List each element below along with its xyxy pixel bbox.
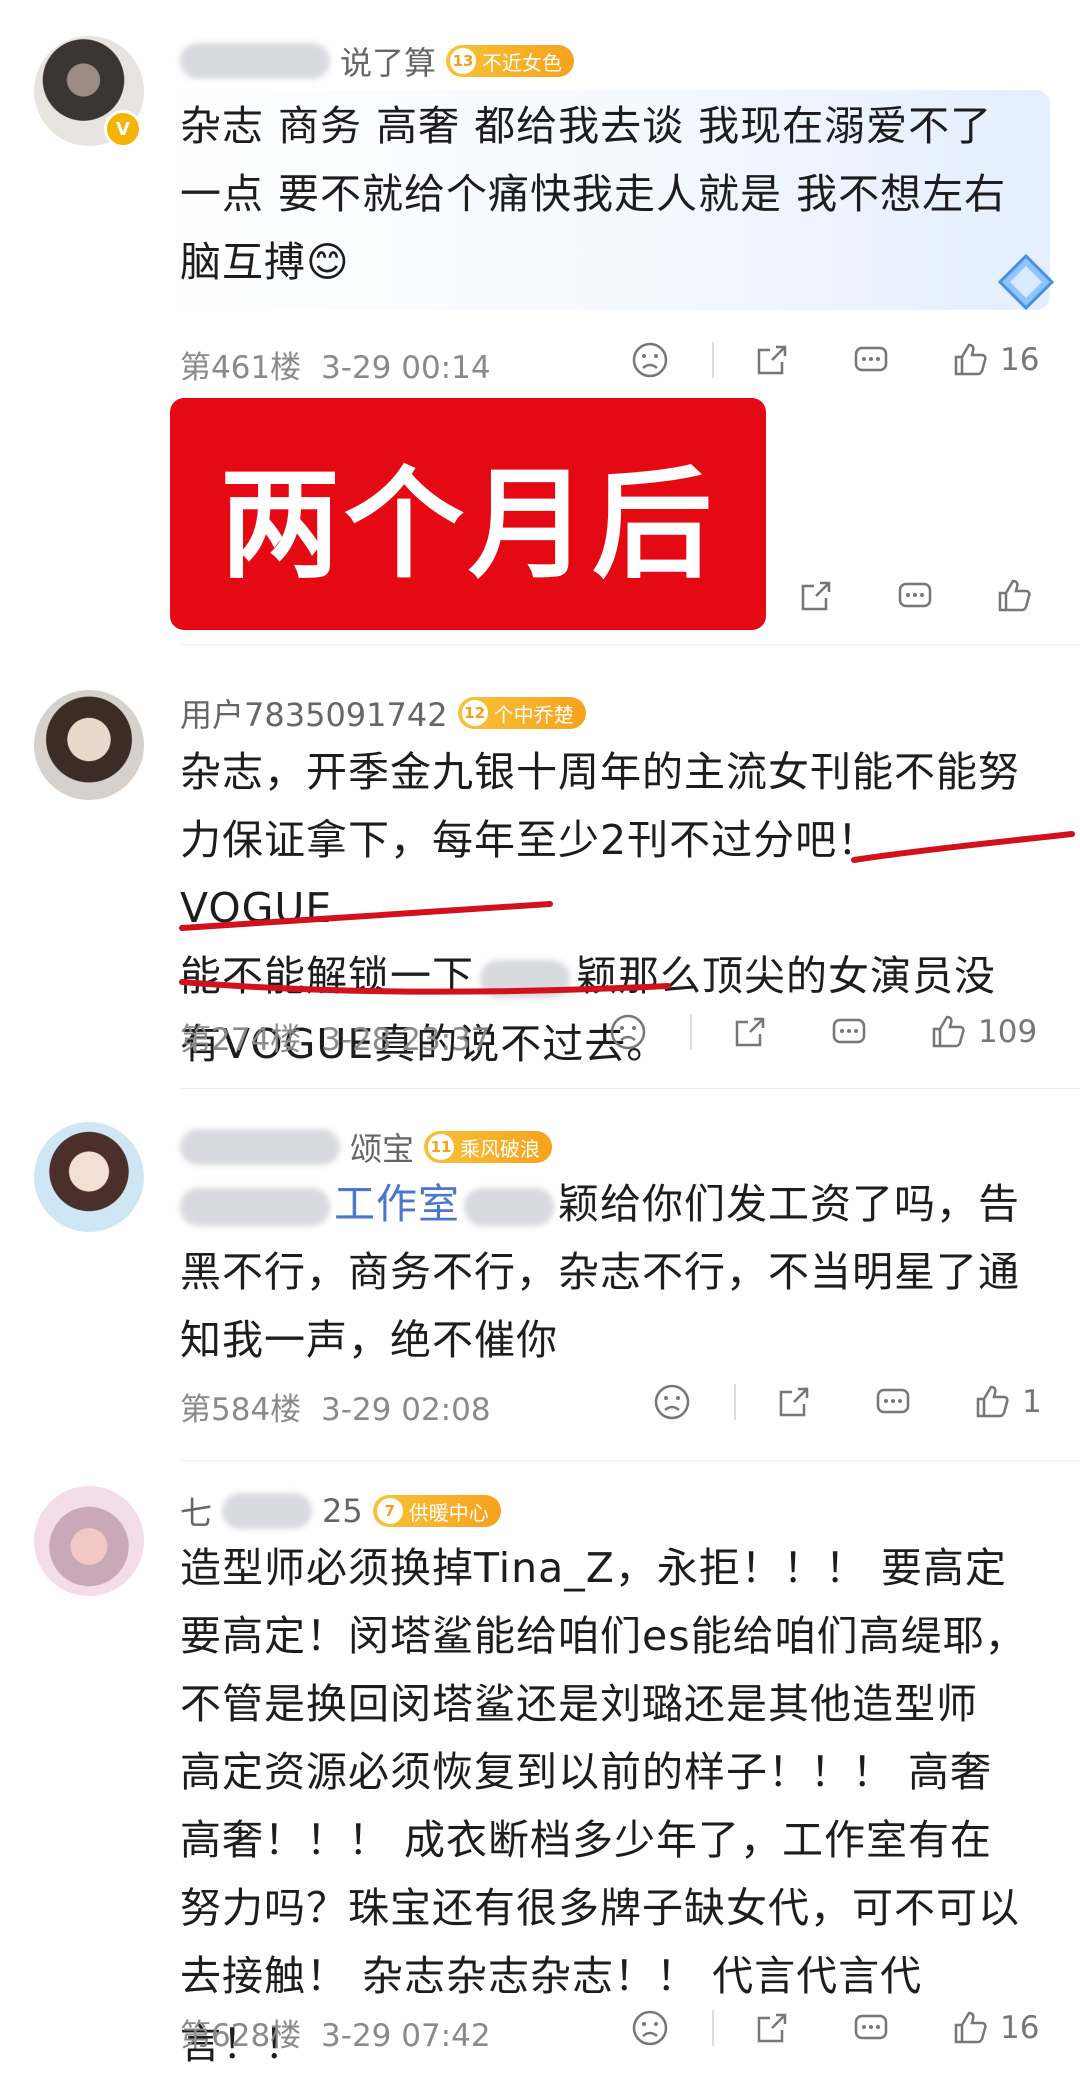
like-button[interactable] [994, 576, 1034, 616]
comment-time: 3-29 00:14 [321, 350, 491, 386]
comment-icon [876, 1388, 910, 1414]
time-skip-banner: 两个月后 [170, 398, 766, 630]
sad-face-icon [610, 1014, 646, 1050]
comment-header: 颂宝 11 乘风破浪 [180, 1124, 553, 1170]
diamond-icon [997, 253, 1055, 311]
avatar[interactable] [34, 1122, 144, 1232]
fan-badge: 7 供暖中心 [372, 1495, 501, 1527]
reply-button[interactable] [895, 576, 935, 616]
username[interactable]: 颂宝 [350, 1124, 414, 1170]
dislike-button[interactable] [652, 1382, 692, 1422]
share-icon [779, 1387, 809, 1417]
comment-time: 3-29 02:08 [321, 1392, 491, 1428]
like-button[interactable]: 109 [928, 1012, 1037, 1052]
thumbs-up-icon [954, 2011, 987, 2044]
thumbs-up-icon [998, 579, 1031, 612]
username-start[interactable]: 七 [180, 1488, 212, 1534]
divider [734, 1384, 736, 1420]
fan-badge: 11 乘风破浪 [424, 1131, 553, 1163]
divider [180, 1460, 1080, 1461]
floor-number: 第628楼 [180, 2018, 302, 2054]
blurred-name [464, 1188, 554, 1226]
divider [180, 644, 1080, 645]
like-button[interactable]: 16 [950, 340, 1039, 380]
verified-icon: V [104, 110, 142, 148]
like-button[interactable]: 16 [950, 2008, 1039, 2048]
comment-icon [854, 346, 888, 372]
thumbs-up-icon [932, 1015, 965, 1048]
reply-button[interactable] [873, 1382, 913, 1422]
reply-button[interactable] [851, 340, 891, 380]
comment-item: 七 25 7 供暖中心 造型师必须换掉Tina_Z，永拒！！！ 要高定要高定！闵… [0, 1470, 1080, 2076]
blurred-name [222, 1493, 313, 1529]
red-underline-annotation [851, 831, 1075, 863]
divider [180, 1088, 1080, 1089]
comment-text: 杂志 商务 高奢 都给我去谈 我现在溺爱不了一点 要不就给个痛快我走人就是 我不… [180, 102, 1007, 286]
like-count: 109 [978, 1014, 1038, 1050]
comment-text: 造型师必须换掉Tina_Z，永拒！！！ 要高定要高定！闵塔鲨能给咱们es能给咱们… [180, 1544, 1027, 2068]
blurred-name [180, 1129, 340, 1165]
dislike-button[interactable] [630, 340, 670, 380]
comment-text: 工作室 颖给你们发工资了吗，告 黑不行，商务不行，杂志不行，不当明星了通 知我一声… [180, 1180, 1020, 1364]
comment-time: 3-29 07:42 [321, 2018, 491, 2054]
dislike-button[interactable] [630, 2008, 670, 2048]
thumbs-up-icon [976, 1385, 1009, 1418]
fan-badge: 12 个中乔楚 [457, 697, 586, 729]
red-underline-annotation [179, 901, 553, 931]
like-count: 16 [1000, 2010, 1040, 2046]
comment-header: 用户7835091742 12 个中乔楚 [180, 690, 586, 736]
sad-face-icon [632, 2010, 668, 2046]
avatar[interactable] [34, 1486, 144, 1596]
avatar[interactable] [34, 690, 144, 800]
blurred-name [180, 43, 330, 79]
floor-number: 第584楼 [180, 1392, 302, 1428]
comment-header: 七 25 7 供暖中心 [180, 1488, 501, 1534]
sad-face-icon [654, 1384, 690, 1420]
floor-number: 第274楼 [180, 1022, 302, 1058]
share-button[interactable] [752, 2008, 792, 2048]
comment-header: 说了算 13 不近女色 [180, 38, 575, 84]
mention-link[interactable]: 工作室 [334, 1180, 460, 1228]
comment-item: V 说了算 13 不近女色 杂志 商务 高奢 都给我去谈 我现在溺爱不了一点 要… [0, 0, 1080, 390]
dislike-button[interactable] [608, 1012, 648, 1052]
comment-icon [898, 582, 932, 608]
floor-number: 第461楼 [180, 350, 302, 386]
divider [712, 342, 714, 378]
like-count: 1 [1022, 1384, 1042, 1420]
thumbs-up-icon [954, 343, 987, 376]
share-button[interactable] [730, 1012, 770, 1052]
reply-button[interactable] [851, 2008, 891, 2048]
like-count: 16 [1000, 342, 1040, 378]
reply-button[interactable] [829, 1012, 869, 1052]
comment-item: 用户7835091742 12 个中乔楚 杂志，开季金九银十周年的主流女刊能不能… [0, 660, 1080, 1080]
share-icon [757, 345, 787, 375]
comment-time: 3-28 23:37 [321, 1022, 491, 1058]
divider [712, 2010, 714, 2046]
share-icon [801, 581, 831, 611]
comment-icon [854, 2014, 888, 2040]
blurred-mention [180, 1188, 330, 1226]
share-button[interactable] [774, 1382, 814, 1422]
divider [690, 1014, 692, 1050]
username[interactable]: 说了算 [340, 38, 436, 84]
red-underline-annotation [179, 979, 671, 995]
comment-icon [832, 1018, 866, 1044]
like-button[interactable]: 1 [972, 1382, 1042, 1422]
share-icon [735, 1017, 765, 1047]
sad-face-icon [632, 342, 668, 378]
share-button[interactable] [796, 576, 836, 616]
share-icon [757, 2013, 787, 2043]
username[interactable]: 用户7835091742 [180, 690, 448, 736]
share-button[interactable] [752, 340, 792, 380]
username-end[interactable]: 25 [322, 1492, 363, 1530]
fan-badge: 13 不近女色 [446, 45, 575, 77]
comment-item: 颂宝 11 乘风破浪 工作室 颖给你们发工资了吗，告 黑不行，商务不行，杂志不行，… [0, 1100, 1080, 1460]
